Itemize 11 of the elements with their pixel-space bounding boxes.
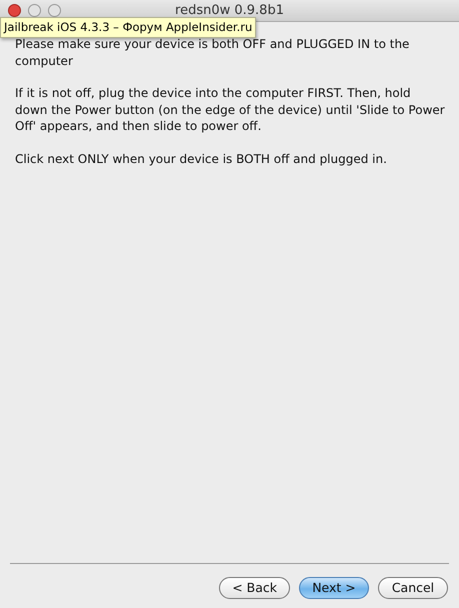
close-icon[interactable] [8, 4, 21, 17]
tooltip: Jailbreak iOS 4.3.3 – Форум AppleInsider.ru [0, 17, 256, 38]
minimize-icon[interactable] [28, 4, 41, 17]
instruction-text: If it is not off, plug the device into the computer FIRST. Then, hold down the Power button (on the edge of the device) until 'Slide to Power Off' appears, and then slide to power off. [15, 85, 445, 134]
next-button[interactable]: Next > [299, 577, 369, 599]
cancel-button[interactable]: Cancel [378, 577, 448, 599]
window-title: redsn0w 0.9.8b1 [175, 2, 284, 20]
instruction-text: Please make sure your device is both OFF and PLUGGED IN to the computer [15, 36, 410, 69]
back-button[interactable]: < Back [219, 577, 290, 599]
instruction-text: Click next ONLY when your device is BOTH off and plugged in. [15, 150, 388, 167]
zoom-icon[interactable] [48, 4, 61, 17]
